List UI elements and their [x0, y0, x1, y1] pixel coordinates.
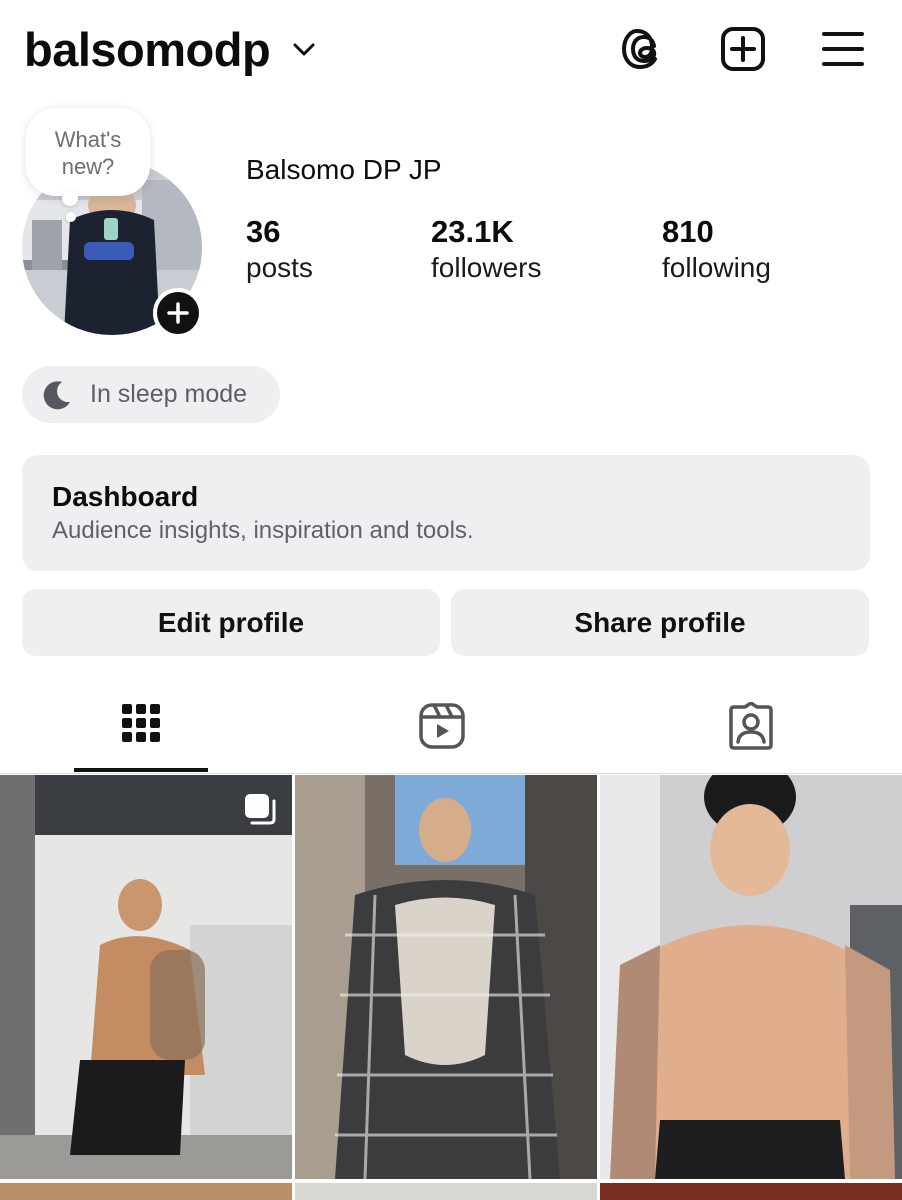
dashboard-title: Dashboard	[52, 481, 199, 512]
carousel-icon	[245, 794, 276, 825]
post-photo	[295, 775, 597, 1179]
plus-icon	[167, 302, 189, 324]
tab-posts-grid[interactable]	[0, 690, 282, 774]
sleep-mode-label: In sleep mode	[90, 380, 248, 408]
display-name: Balsomo DP JP	[246, 154, 442, 185]
reels-icon	[419, 703, 465, 749]
threads-icon[interactable]	[620, 24, 670, 74]
posts-label: posts	[246, 252, 313, 283]
moon-icon	[43, 380, 70, 409]
note-bubble[interactable]: What's new?	[26, 108, 150, 196]
post-photo	[600, 775, 902, 1179]
sleep-mode-status[interactable]: In sleep mode	[22, 366, 280, 423]
following-label: following	[662, 252, 771, 283]
followers-label: followers	[431, 252, 542, 283]
followers-stat[interactable]: 23.1K followers	[431, 214, 541, 286]
profile-tabs	[0, 690, 902, 774]
following-stat[interactable]: 810 following	[662, 214, 771, 286]
username-switcher[interactable]: balsomodp	[24, 22, 271, 77]
share-profile-button[interactable]: Share profile	[451, 589, 869, 656]
note-bubble-tail-small	[66, 212, 76, 222]
dashboard-card[interactable]: Dashboard Audience insights, inspiration…	[22, 455, 870, 571]
posts-stat[interactable]: 36 posts	[246, 214, 313, 286]
tagged-person-icon	[729, 702, 773, 750]
profile-header: balsomodp	[0, 0, 902, 100]
post-thumbnail[interactable]	[600, 775, 902, 1179]
following-count: 810	[662, 214, 714, 249]
post-thumbnail[interactable]	[295, 1183, 597, 1200]
post-photo	[0, 775, 292, 1179]
edit-profile-button[interactable]: Edit profile	[22, 589, 440, 656]
note-bubble-tail	[62, 190, 78, 206]
posts-grid	[0, 775, 902, 1200]
chevron-down-icon[interactable]	[290, 36, 318, 64]
post-thumbnail[interactable]	[600, 1183, 902, 1200]
post-thumbnail[interactable]	[0, 775, 292, 1179]
tab-tagged[interactable]	[600, 690, 902, 774]
post-thumbnail[interactable]	[295, 775, 597, 1179]
add-story-button[interactable]	[153, 288, 203, 338]
posts-count: 36	[246, 214, 281, 249]
active-tab-indicator	[74, 768, 208, 772]
dashboard-subtitle: Audience insights, inspiration and tools…	[52, 517, 474, 544]
tab-reels[interactable]	[292, 690, 592, 774]
grid-icon	[122, 704, 160, 742]
post-thumbnail[interactable]	[0, 1183, 292, 1200]
hamburger-menu-icon[interactable]	[818, 24, 868, 74]
plus-square-icon[interactable]	[718, 24, 768, 74]
followers-count: 23.1K	[431, 214, 514, 249]
